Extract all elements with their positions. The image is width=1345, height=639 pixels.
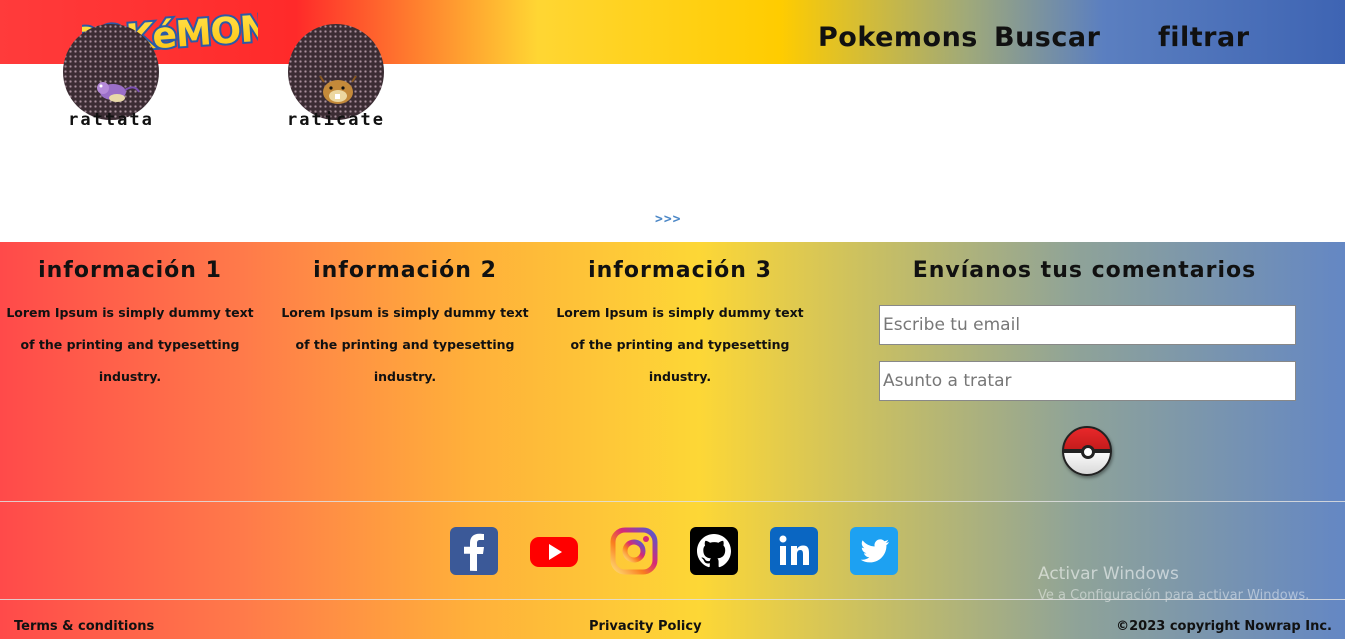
nav-pokemons[interactable]: Pokemons: [818, 22, 978, 53]
rattata-sprite: [97, 82, 140, 102]
info-column-3: información 3 Lorem Ipsum is simply dumm…: [550, 258, 810, 393]
copyright-text: ©2023 copyright Nowrap Inc.: [1116, 619, 1332, 634]
instagram-icon[interactable]: [610, 527, 658, 575]
pokemon-name: rattata: [68, 110, 154, 130]
site-header: POKéMON Pokemons Buscar filtrar: [0, 0, 1345, 64]
info-text: Lorem Ipsum is simply dummy text of the …: [281, 305, 529, 384]
raticate-sprite: [319, 75, 357, 104]
info-title: información 2: [313, 258, 497, 283]
pokemon-list: rattata raticate >>>: [0, 24, 1345, 242]
pokemon-sprite-frame: [288, 24, 384, 120]
os-activation-subtitle: Ve a Configuración para activar Windows.: [1038, 588, 1310, 603]
facebook-icon[interactable]: [450, 527, 498, 575]
email-field[interactable]: [879, 305, 1296, 345]
nav-filtrar[interactable]: filtrar: [1158, 22, 1250, 53]
info-column-1: información 1 Lorem Ipsum is simply dumm…: [0, 258, 260, 393]
pokemon-sprite-frame: [63, 24, 159, 120]
youtube-icon[interactable]: [530, 527, 578, 575]
info-text: Lorem Ipsum is simply dummy text of the …: [6, 305, 254, 384]
pokemon-card-raticate[interactable]: raticate: [286, 24, 386, 130]
contact-title: Envíanos tus comentarios: [912, 258, 1257, 283]
pokemon-card-rattata[interactable]: rattata: [61, 24, 161, 130]
info-title: información 1: [38, 258, 222, 283]
nav-buscar[interactable]: Buscar: [994, 22, 1100, 53]
subject-field[interactable]: [879, 361, 1296, 401]
footer-divider: [0, 599, 1345, 600]
linkedin-icon[interactable]: [770, 527, 818, 575]
pokeball-submit-button[interactable]: [1062, 426, 1112, 476]
footer-divider: [0, 501, 1345, 502]
contact-form: Envíanos tus comentarios: [879, 258, 1296, 476]
pokeball-center: [1081, 445, 1095, 459]
privacy-link[interactable]: Privacity Policy: [589, 619, 702, 634]
terms-link[interactable]: Terms & conditions: [14, 619, 154, 634]
site-footer: información 1 Lorem Ipsum is simply dumm…: [0, 242, 1345, 639]
next-page-link[interactable]: >>>: [655, 212, 681, 227]
info-title: información 3: [588, 258, 772, 283]
pokemon-name: raticate: [287, 110, 385, 130]
info-text: Lorem Ipsum is simply dummy text of the …: [556, 305, 804, 384]
info-column-2: información 2 Lorem Ipsum is simply dumm…: [275, 258, 535, 393]
twitter-icon[interactable]: [850, 527, 898, 575]
github-icon[interactable]: [690, 527, 738, 575]
os-activation-watermark: Activar Windows: [1038, 564, 1179, 584]
